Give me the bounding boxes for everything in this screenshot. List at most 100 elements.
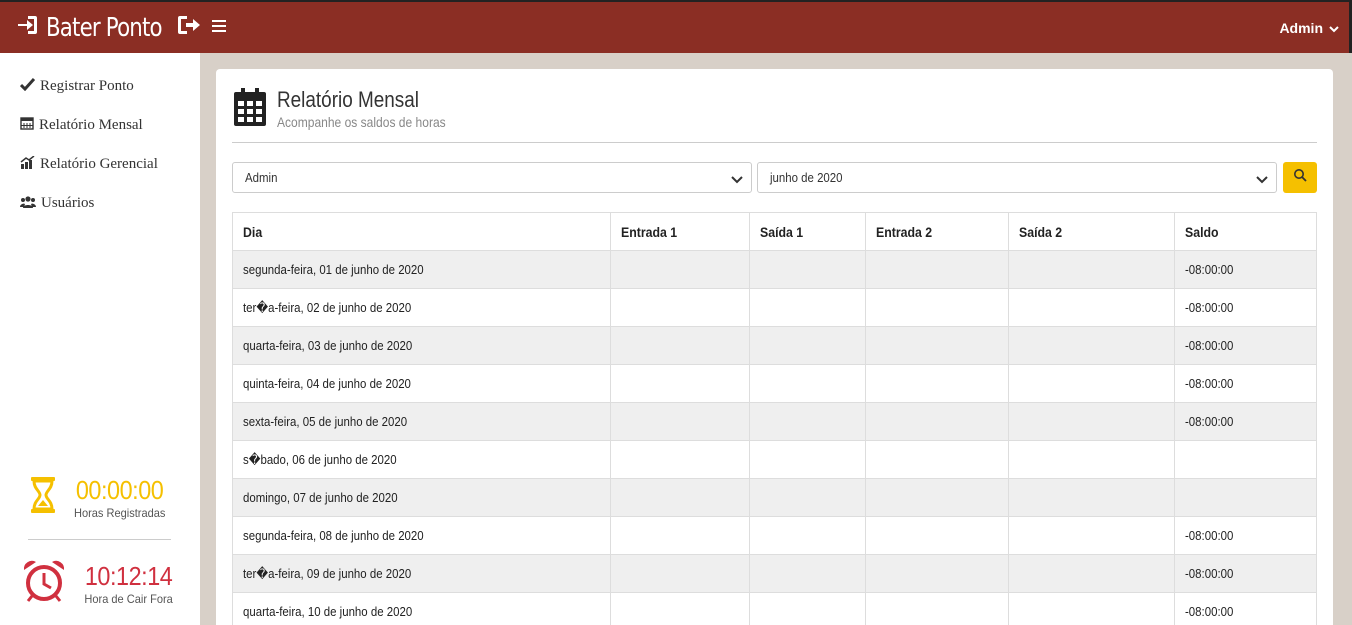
table-cell: -08:00:00	[1174, 516, 1317, 555]
table-row: sexta-feira, 05 de junho de 2020 -08:00:0…	[232, 402, 1317, 441]
sidebar-item-usuarios[interactable]: Usuários	[0, 184, 200, 223]
table-cell	[1174, 478, 1317, 517]
report-card: Relatório Mensal Acompanhe os saldos de …	[216, 69, 1333, 625]
monthly-report-table: Dia Entrada 1 Saída 1 Entrada 2 Saída 2 …	[232, 212, 1317, 625]
table-row: quarta-feira, 10 de junho de 2020 -08:00:…	[232, 592, 1317, 625]
users-icon	[20, 195, 36, 213]
table-cell	[748, 364, 867, 403]
table-cell	[865, 288, 1010, 327]
table-cell	[609, 250, 750, 289]
table-row: quinta-feira, 04 de junho de 2020 -08:00:…	[232, 364, 1317, 403]
page-header: Relatório Mensal Acompanhe os saldos de …	[233, 87, 473, 132]
table-cell	[865, 478, 1010, 517]
hours-registered-widget: 00:00:00 Horas Registradas	[0, 475, 200, 520]
user-menu[interactable]: Admin	[1279, 2, 1339, 53]
column-header: Saída 2	[1008, 212, 1176, 251]
table-cell: -08:00:00	[1174, 288, 1317, 327]
column-header: Saída 1	[748, 212, 867, 251]
hours-registered-label: Horas Registradas	[74, 506, 166, 520]
table-row: segunda-feira, 01 de junho de 2020 -08:00…	[232, 250, 1317, 289]
table-row: s�bado, 06 de junho de 2020	[232, 440, 1317, 479]
search-button[interactable]	[1283, 162, 1317, 193]
table-cell: -08:00:00	[1174, 592, 1317, 625]
sign-out-icon	[177, 15, 201, 40]
table-cell: domingo, 07 de junho de 2020	[232, 478, 611, 517]
table-row: ter�a-feira, 02 de junho de 2020 -08:00:0…	[232, 288, 1317, 327]
leave-time-label: Hora de Cair Fora	[84, 592, 174, 606]
table-cell	[609, 364, 750, 403]
table-row: ter�a-feira, 09 de junho de 2020 -08:00:0…	[232, 554, 1317, 593]
table-cell: segunda-feira, 08 de junho de 2020	[232, 516, 611, 555]
table-cell	[1008, 592, 1176, 625]
leave-time-value: 10:12:14	[85, 561, 173, 591]
table-cell	[865, 554, 1010, 593]
sidebar-item-registrar-ponto[interactable]: Registrar Ponto	[0, 67, 200, 106]
table-cell	[748, 440, 867, 479]
chevron-down-icon	[1256, 172, 1268, 187]
table-cell	[609, 592, 750, 625]
leave-time-widget: 10:12:14 Hora de Cair Fora	[0, 559, 200, 608]
table-cell	[748, 326, 867, 365]
table-cell	[748, 592, 867, 625]
sidebar: Registrar Ponto Relatório Mensal Relatór…	[0, 53, 200, 625]
brand[interactable]: Bater Ponto	[16, 2, 201, 53]
table-cell	[609, 402, 750, 441]
table-row: domingo, 07 de junho de 2020	[232, 478, 1317, 517]
table-cell: s�bado, 06 de junho de 2020	[232, 440, 611, 479]
user-name: Admin	[1279, 19, 1323, 36]
user-select-value: Admin	[245, 170, 278, 185]
table-cell	[748, 554, 867, 593]
check-icon	[19, 77, 36, 96]
page-subtitle: Acompanhe os saldos de horas	[277, 114, 446, 130]
table-cell	[748, 250, 867, 289]
alarm-clock-icon	[22, 559, 66, 608]
table-cell	[865, 440, 1010, 479]
sidebar-item-relatorio-mensal[interactable]: Relatório Mensal	[0, 106, 200, 145]
sidebar-item-relatorio-gerencial[interactable]: Relatório Gerencial	[0, 145, 200, 184]
hours-registered-value: 00:00:00	[76, 475, 164, 505]
table-cell	[609, 478, 750, 517]
chevron-down-icon	[731, 172, 743, 187]
column-header: Saldo	[1174, 212, 1317, 251]
table-cell	[748, 402, 867, 441]
table-cell: -08:00:00	[1174, 250, 1317, 289]
table-cell	[609, 516, 750, 555]
table-cell	[865, 592, 1010, 625]
table-cell	[1008, 516, 1176, 555]
table-cell	[1008, 554, 1176, 593]
user-select[interactable]: Admin	[232, 162, 752, 193]
table-cell	[865, 516, 1010, 555]
table-cell	[748, 288, 867, 327]
table-cell: -08:00:00	[1174, 326, 1317, 365]
table-row: segunda-feira, 08 de junho de 2020 -08:00…	[232, 516, 1317, 555]
table-cell	[1008, 440, 1176, 479]
table-cell	[748, 516, 867, 555]
month-select[interactable]: junho de 2020	[757, 162, 1277, 193]
table-cell	[1008, 250, 1176, 289]
table-cell: quarta-feira, 03 de junho de 2020	[232, 326, 611, 365]
table-cell	[609, 288, 750, 327]
table-cell	[1008, 402, 1176, 441]
divider	[28, 539, 171, 540]
table-cell	[865, 250, 1010, 289]
table-cell	[865, 364, 1010, 403]
table-cell	[609, 326, 750, 365]
sidebar-item-label: Relatório Mensal	[39, 117, 143, 133]
table-cell	[748, 478, 867, 517]
table-cell: segunda-feira, 01 de junho de 2020	[232, 250, 611, 289]
chevron-down-icon	[1329, 20, 1339, 36]
menu-toggle-button[interactable]	[212, 20, 226, 32]
table-header-row: Dia Entrada 1 Saída 1 Entrada 2 Saída 2 …	[232, 212, 1317, 251]
table-cell: quinta-feira, 04 de junho de 2020	[232, 364, 611, 403]
table-cell: sexta-feira, 05 de junho de 2020	[232, 402, 611, 441]
table-cell	[865, 326, 1010, 365]
table-cell	[1008, 326, 1176, 365]
table-cell	[865, 402, 1010, 441]
table-cell: -08:00:00	[1174, 402, 1317, 441]
table-row: quarta-feira, 03 de junho de 2020 -08:00:…	[232, 326, 1317, 365]
table-cell	[609, 440, 750, 479]
column-header: Entrada 2	[865, 212, 1010, 251]
brand-title: Bater Ponto	[46, 12, 163, 43]
table-cell: ter�a-feira, 09 de junho de 2020	[232, 554, 611, 593]
top-navbar: Bater Ponto Admin	[0, 0, 1352, 53]
